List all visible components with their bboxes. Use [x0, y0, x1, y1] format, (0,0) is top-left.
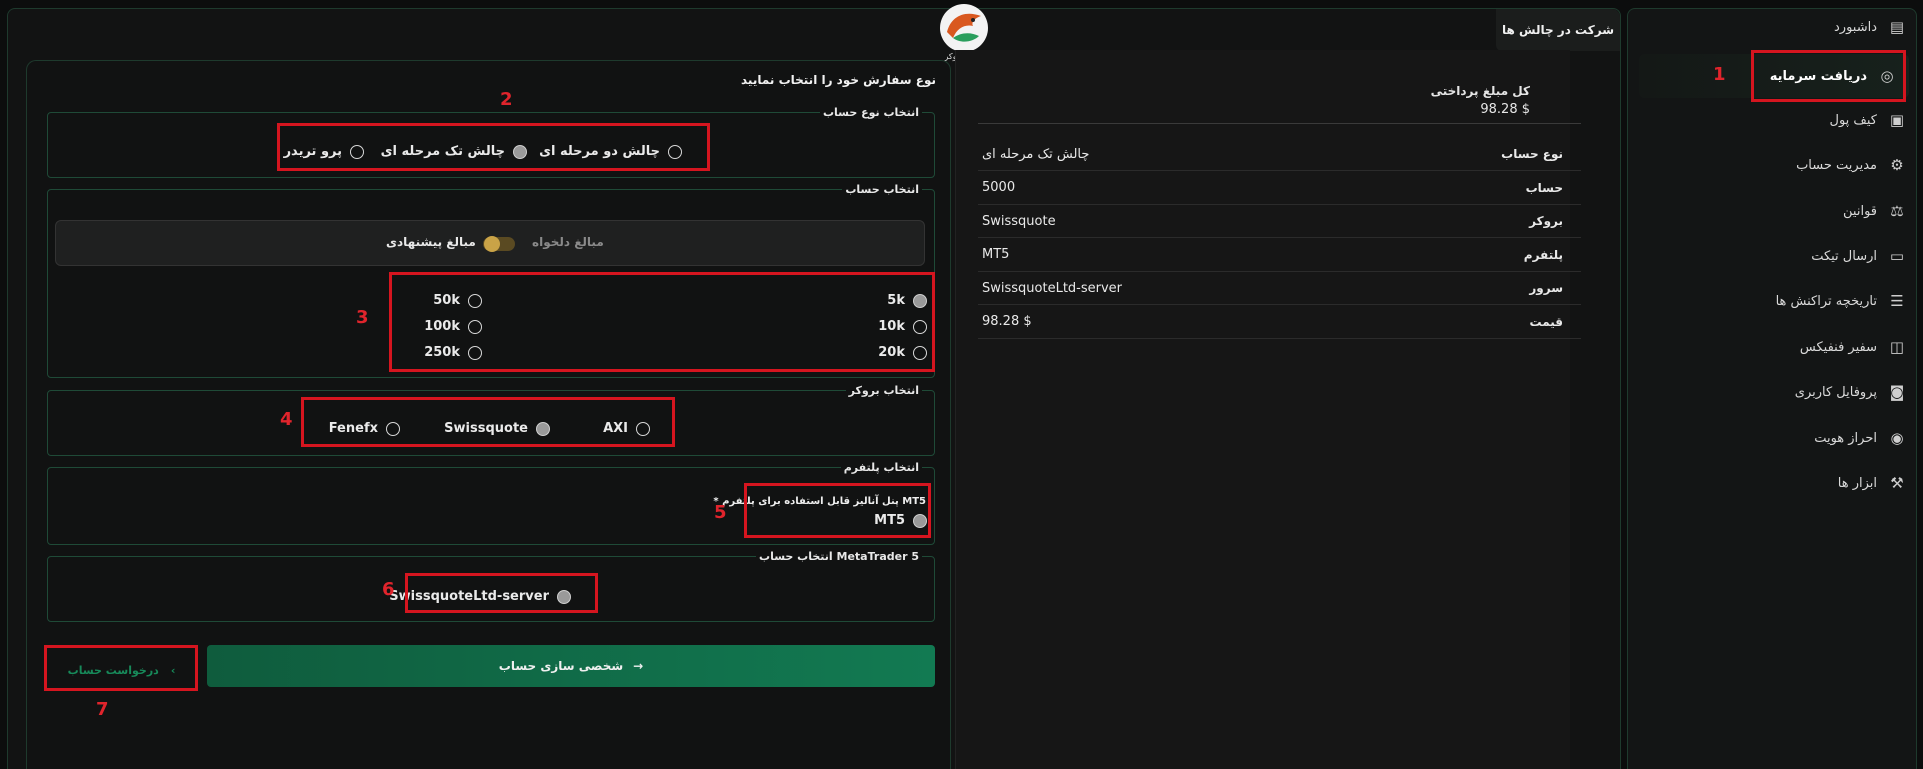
summary-value: SwissquoteLtd-server: [982, 280, 1123, 296]
tools-icon: ⚒: [1890, 474, 1904, 492]
annotation-3: 3: [356, 307, 369, 328]
summary-key: بروکر: [1529, 214, 1563, 228]
server-legend: انتخاب حساب MetaTrader 5: [759, 550, 919, 563]
summary-value: چالش تک مرحله ای: [982, 146, 1090, 162]
amount-mode-box: مبالغ دلخواه مبالغ پیشنهادی: [55, 220, 925, 266]
total-value: 98.28 $: [1480, 102, 1530, 117]
sidebar-item-label: تاریخچه تراکنش ها: [1775, 293, 1877, 309]
annotation-2: 2: [500, 89, 513, 110]
highlight-box-1: [1751, 50, 1906, 102]
sidebar-item-ticket[interactable]: ارسال تیکت ▭: [1657, 241, 1907, 271]
sidebar-item-tools[interactable]: ابزار ها ⚒: [1657, 468, 1907, 498]
summary-divider: [978, 123, 1581, 124]
annotation-5: 5: [714, 502, 727, 523]
suggested-amounts-label: مبالغ پیشنهادی: [386, 235, 476, 249]
verify-icon: ◉: [1890, 429, 1904, 447]
total-label: کل مبلغ پرداختی: [1430, 84, 1530, 98]
sidebar-item-label: قوانین: [1843, 203, 1877, 219]
sidebar-item-transactions[interactable]: تاریخچه تراکنش ها ☰: [1657, 286, 1907, 316]
summary-key: سرور: [1529, 281, 1563, 295]
form-title: نوع سفارش خود را انتخاب نمایید: [741, 73, 936, 87]
highlight-box-3: [389, 272, 935, 372]
transactions-icon: ☰: [1890, 292, 1904, 310]
highlight-box-4: [301, 397, 675, 447]
amount-mode-toggle[interactable]: [483, 236, 515, 252]
customize-account-button[interactable]: شخصی سازی حساب →: [207, 645, 935, 687]
sidebar-item-label: ارسال تیکت: [1811, 248, 1877, 264]
summary-key: حساب: [1525, 180, 1563, 195]
sidebar-item-label: ابزار ها: [1837, 475, 1877, 491]
sidebar-item-label: داشبورد: [1834, 19, 1877, 35]
summary-row: MT5 پلتفرم: [978, 239, 1581, 272]
customize-account-label: شخصی سازی حساب: [498, 659, 624, 673]
summary-row: SwissquoteLtd-server سرور: [978, 272, 1581, 305]
summary-value: 5000: [982, 180, 1016, 195]
order-summary: کل مبلغ پرداختی 98.28 $ چالش تک مرحله ای…: [955, 50, 1581, 769]
highlight-box-7: [44, 645, 198, 691]
tab-challenges[interactable]: شرکت در چالش ها: [1496, 9, 1620, 51]
sidebar-item-label: احراز هویت: [1814, 430, 1877, 446]
summary-value: Swissquote: [982, 213, 1056, 229]
profile-icon: ◙: [1889, 383, 1905, 401]
logo-mark: [940, 4, 988, 52]
summary-row: چالش تک مرحله ای نوع حساب: [978, 138, 1581, 171]
ticket-icon: ▭: [1889, 247, 1905, 265]
sidebar-item-label: مدیریت حساب: [1796, 157, 1877, 173]
summary-key: پلتفرم: [1523, 247, 1563, 262]
annotation-1: 1: [1713, 64, 1726, 85]
sidebar-item-profile[interactable]: پروفایل کاربری ◙: [1657, 377, 1907, 407]
sidebar-item-scale[interactable]: قوانین ⚖: [1657, 196, 1907, 226]
summary-row: 5000 حساب: [978, 172, 1581, 205]
ambassador-icon: ◫: [1889, 338, 1905, 356]
highlight-box-6: [405, 573, 598, 613]
account-type-legend: انتخاب نوع حساب: [822, 106, 919, 119]
custom-amounts-label: مبالغ دلخواه: [532, 235, 604, 249]
sidebar-item-label: سفیر فنفیکس: [1799, 339, 1877, 355]
account-legend: انتخاب حساب: [845, 183, 919, 196]
platform-legend: انتخاب پلتفرم: [843, 461, 919, 474]
toggle-knob: [484, 236, 500, 252]
summary-row: 98.28 $ قیمت: [978, 306, 1581, 339]
summary-value: 98.28 $: [982, 314, 1032, 329]
summary-value: MT5: [982, 247, 1010, 262]
dashboard-icon: ▤: [1889, 18, 1905, 36]
highlight-box-2: [277, 123, 710, 171]
wallet-icon: ▣: [1889, 111, 1905, 129]
annotation-7: 7: [96, 699, 109, 720]
annotation-6: 6: [382, 579, 395, 600]
highlight-box-5: [744, 483, 931, 538]
summary-key: نوع حساب: [1501, 147, 1563, 161]
scale-icon: ⚖: [1890, 202, 1904, 220]
arrow-right-icon: →: [633, 659, 644, 673]
sidebar-item-ambassador[interactable]: سفیر فنفیکس ◫: [1657, 332, 1907, 362]
sidebar-item-label: پروفایل کاربری: [1794, 384, 1877, 400]
sidebar-item-account-manage[interactable]: مدیریت حساب ⚙: [1657, 150, 1907, 180]
sidebar-item-dashboard[interactable]: داشبورد ▤: [1657, 12, 1907, 42]
sidebar-item-wallet[interactable]: کیف پول ▣: [1657, 105, 1907, 135]
account-manage-icon: ⚙: [1890, 156, 1904, 174]
annotation-4: 4: [280, 409, 293, 430]
summary-row: Swissquote بروکر: [978, 205, 1581, 238]
summary-key: قیمت: [1529, 314, 1563, 329]
sidebar-item-verify[interactable]: احراز هویت ◉: [1657, 423, 1907, 453]
broker-legend: انتخاب بروکر: [848, 384, 919, 397]
sidebar-item-label: کیف پول: [1829, 112, 1877, 128]
